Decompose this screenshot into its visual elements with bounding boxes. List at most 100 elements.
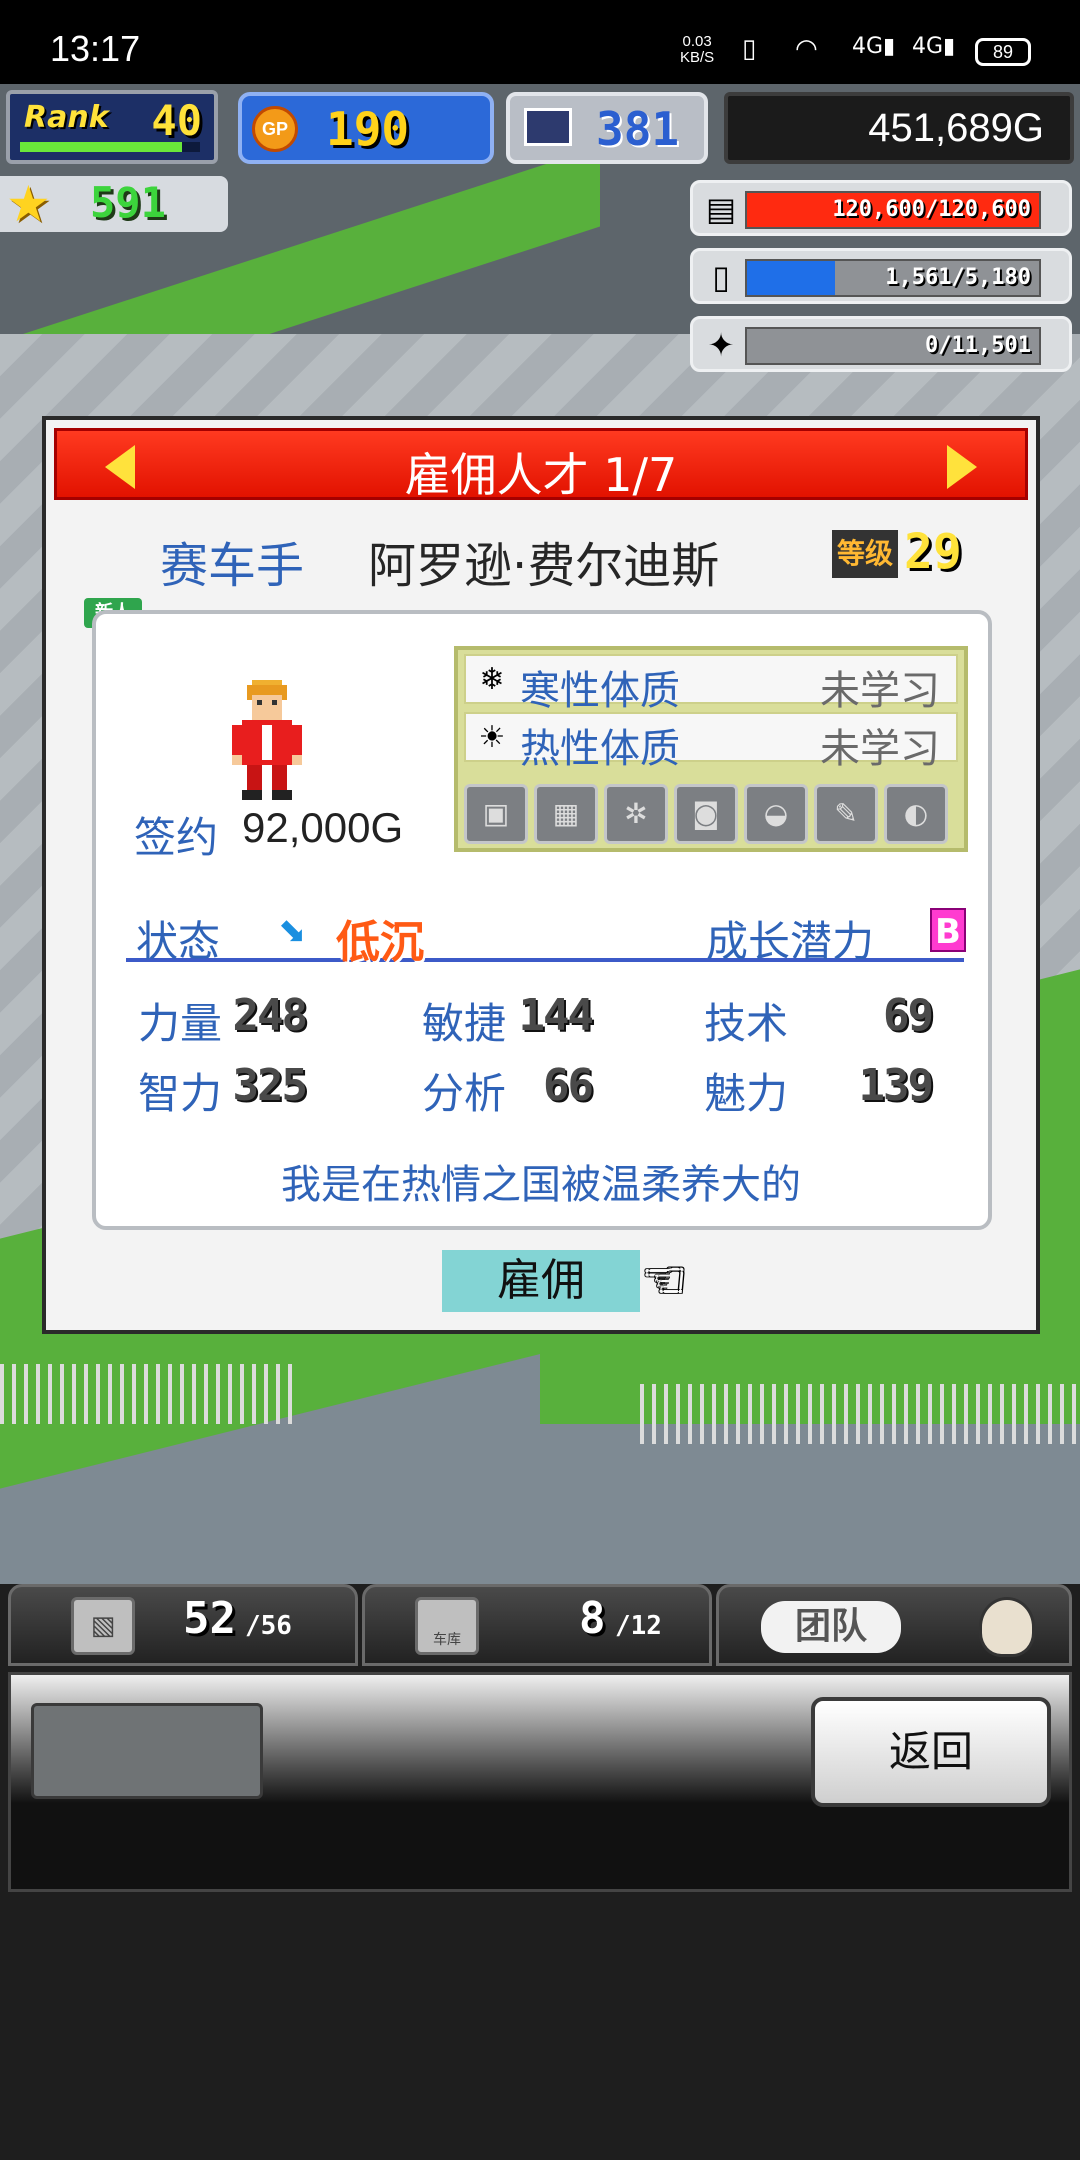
wifi-icon: ◠ [795,34,818,64]
storage-count: 52 [183,1593,236,1644]
slot-wrench-icon[interactable]: ✎ [814,784,878,844]
stat-value: 66 [543,1060,594,1111]
fuel-icon: ▤ [705,190,737,228]
tab-team[interactable]: 团队 [716,1584,1072,1666]
trait-cold[interactable]: ❄ 寒性体质 未学习 [464,654,958,714]
potential-label: 成长潜力 [706,917,875,966]
next-arrow-icon[interactable] [947,445,977,489]
resource-text: 120,600/120,600 [832,197,1031,222]
trait-state: 未学习 [820,668,940,714]
tab-storage[interactable]: ▧ 52 /56 [8,1584,358,1666]
grain-icon: ✦ [707,326,735,364]
candidate-name-row: 赛车手 阿罗逊·费尔迪斯 等级 29 [46,520,1036,594]
stat-value: 139 [858,1060,934,1111]
status-row: 状态 ⬊ 低沉 成长潜力 B [126,904,966,968]
stat-label: 魅力 [704,1069,789,1118]
slot-car-icon[interactable]: ◒ [744,784,808,844]
star-panel: ★ 591 [0,176,228,232]
candidate-quote: 我是在热情之国被温柔养大的 [281,1162,801,1208]
resource-text: 1,561/5,180 [885,265,1031,290]
signal-icon: 4G▮ [852,34,896,59]
mood-value: 低沉 [336,917,424,968]
slot-engine-icon[interactable]: ▣ [464,784,528,844]
research-value: 381 [596,102,680,156]
stat-label: 力量 [138,999,223,1048]
trait-heat[interactable]: ☀ 热性体质 未学习 [464,712,958,772]
dialog-title: 雇佣人才 1/7 [404,448,678,502]
resource-water: ▯ 1,561/5,180 [690,248,1072,304]
stat-value: 144 [518,990,594,1041]
resource-text: 0/11,501 [925,333,1031,358]
resource-bar: 120,600/120,600 [745,191,1041,229]
slot-wheel-icon[interactable]: ◐ [884,784,948,844]
team-label: 团队 [761,1601,901,1653]
garage-count: 8 [579,1593,606,1644]
rank-value: 40 [151,96,202,145]
network-speed-unit: KB/S [680,49,715,66]
gp-value: 190 [326,102,410,156]
stat-label: 敏捷 [422,999,507,1048]
dialog-header: 雇佣人才 1/7 [54,428,1028,502]
status-label: 状态 [136,917,221,966]
resource-bar: 0/11,501 [745,327,1041,365]
mood-down-arrow-icon: ⬊ [278,911,307,951]
stat-skill: 技术 69 [704,990,934,1050]
money-value: 451,689G [868,106,1044,150]
bottom-tabs: ▧ 52 /56 车库 8 /12 团队 [8,1584,1072,1668]
slot-chassis-icon[interactable]: ▦ [534,784,598,844]
driver-avatar [232,680,302,800]
stat-charm: 魅力 139 [704,1060,934,1120]
contract-fee: 92,000G [242,804,404,851]
traits-panel: ❄ 寒性体质 未学习 ☀ 热性体质 未学习 ▣ ▦ ✲ ◙ ◒ ✎ ◐ [454,646,968,852]
bottom-panel: ▧ 52 /56 车库 8 /12 团队 返回 [0,1584,1080,2160]
research-panel[interactable]: 381 [506,92,708,164]
signal-icon-2: 4G▮ [912,34,956,59]
candidate-name: 阿罗逊·费尔迪斯 [368,538,720,594]
stat-label: 技术 [704,999,789,1048]
hire-button[interactable]: 雇佣 [442,1250,640,1312]
slot-suspension-icon[interactable]: ✲ [604,784,668,844]
signal-label-2: 4G [912,34,944,59]
slot-helmet-icon[interactable]: ◙ [674,784,738,844]
network-speed: 0.03 KB/S [680,34,714,66]
money-panel: 451,689G [724,92,1074,164]
vibrate-icon: ▯ [742,34,757,64]
stat-label: 分析 [422,1069,507,1118]
computer-icon [524,108,572,146]
back-button[interactable]: 返回 [811,1697,1051,1807]
rank-progress-bar [20,142,200,152]
battery-indicator: 89 [975,38,1031,66]
gp-panel[interactable]: GP 190 [238,92,494,164]
rank-label: Rank [24,100,109,135]
stat-analysis: 分析 66 [422,1060,594,1120]
storage-max: /56 [245,1611,292,1641]
garage-icon: 车库 [415,1597,479,1655]
empty-slot [31,1703,263,1799]
stat-strength: 力量 248 [138,990,308,1050]
stat-label: 智力 [138,1069,223,1118]
contract-label: 签约 [134,813,219,862]
rank-panel[interactable]: Rank 40 [6,90,218,164]
action-panel: 返回 [8,1672,1072,1892]
resource-fill [747,261,835,295]
gp-coin-icon: GP [252,106,298,152]
water-icon: ▯ [712,258,730,296]
star-icon: ★ [6,175,51,233]
heat-trait-icon: ☀ [478,720,506,755]
candidate-level: 29 [904,524,962,580]
crate-icon: ▧ [71,1597,135,1655]
potential-grade: B [930,908,966,952]
resource-grain: ✦ 0/11,501 [690,316,1072,372]
tab-garage[interactable]: 车库 8 /12 [362,1584,712,1666]
trait-name: 热性体质 [520,726,680,772]
trait-state: 未学习 [820,726,940,772]
cold-trait-icon: ❄ [479,662,505,697]
clock: 13:17 [50,28,141,69]
staff-face-icon [979,1597,1035,1657]
stat-value: 248 [232,990,308,1041]
resource-bar: 1,561/5,180 [745,259,1041,297]
status-bar: 13:17 0.03 KB/S ▯ ◠ 4G▮ 4G▮ 89 [0,0,1080,84]
garage-max: /12 [615,1611,662,1641]
fence [0,1364,300,1424]
candidate-job: 赛车手 [160,538,305,594]
